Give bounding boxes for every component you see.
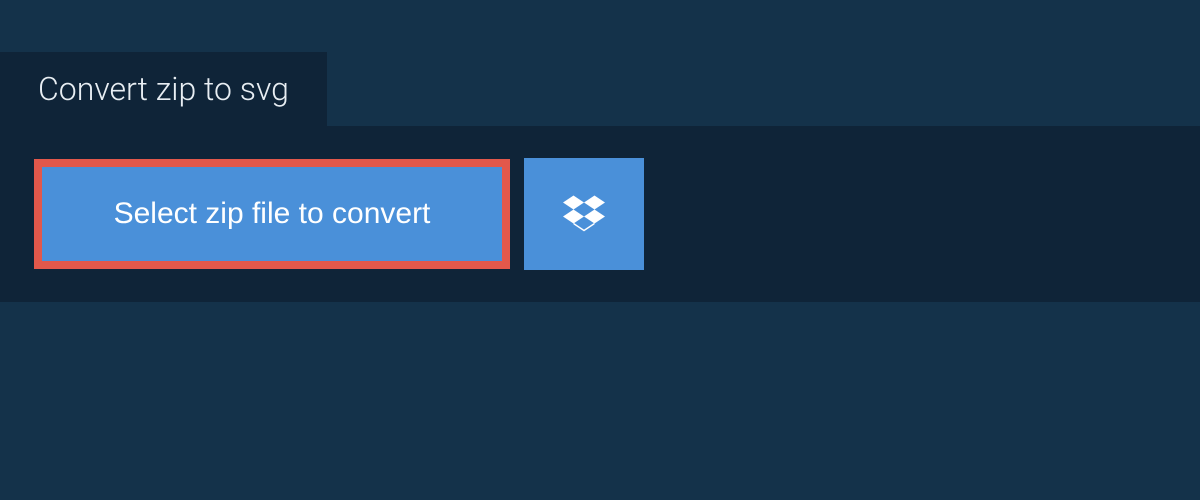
tab-convert[interactable]: Convert zip to svg [0,52,327,126]
select-file-highlight: Select zip file to convert [34,159,510,269]
tab-label: Convert zip to svg [38,70,289,108]
convert-panel: Select zip file to convert [0,126,1200,302]
dropbox-icon [563,192,605,237]
select-file-label: Select zip file to convert [114,197,431,230]
dropbox-button[interactable] [524,158,644,270]
select-file-button[interactable]: Select zip file to convert [42,167,502,261]
